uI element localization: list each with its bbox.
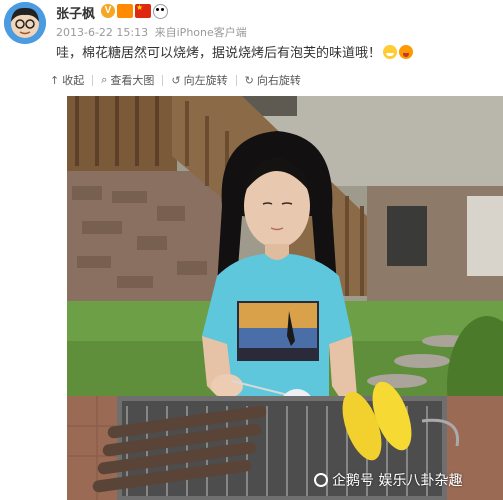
rotate-right-icon: ↻: [244, 73, 254, 87]
sohu-logo-icon: [314, 473, 328, 487]
post-date[interactable]: 2013-6-22 15:13: [56, 26, 148, 39]
happy-birthday-badge-icon[interactable]: [117, 4, 133, 18]
watermark: 企鹅号 娱乐八卦杂趣: [314, 470, 462, 490]
user-badges: V: [101, 3, 168, 19]
post-photo[interactable]: [67, 96, 503, 500]
rotate-right-label: 向右旋转: [256, 74, 301, 87]
avatar[interactable]: [4, 2, 46, 44]
divider: [162, 74, 164, 86]
laugh-emoji-icon: [399, 45, 414, 59]
arrow-up-icon: ↑: [50, 73, 60, 87]
panda-icon[interactable]: [153, 3, 168, 19]
magnify-icon: ⌕: [101, 73, 108, 86]
collapse-label: 收起: [62, 74, 85, 87]
weibo-post: 张子枫 V 2013-6-22 15:13 来自iPhone客户端 哇，棉花糖居…: [0, 0, 503, 500]
watermark-text: 企鹅号 娱乐八卦杂趣: [332, 473, 463, 489]
post-source[interactable]: iPhone客户端: [177, 26, 247, 39]
post-text: 哇，棉花糖居然可以烧烤，据说烧烤后有泡芙的味道哦！: [56, 42, 414, 61]
image-action-bar: ↑ 收起 ⌕ 查看大图 ↺ 向左旋转 ↻ 向右旋转: [50, 70, 301, 90]
username[interactable]: 张子枫: [56, 3, 95, 22]
view-large-button[interactable]: ⌕ 查看大图: [101, 72, 154, 88]
grin-emoji-icon: [383, 45, 398, 59]
avatar-image: [4, 2, 46, 44]
collapse-button[interactable]: ↑ 收起: [50, 72, 84, 88]
rotate-left-icon: ↺: [171, 73, 181, 87]
rotate-right-button[interactable]: ↻ 向右旋转: [245, 72, 301, 88]
post-text-content: 哇，棉花糖居然可以烧烤，据说烧烤后有泡芙的味道哦！: [56, 46, 382, 61]
rotate-left-button[interactable]: ↺ 向左旋转: [171, 72, 227, 88]
china-flag-icon[interactable]: [135, 3, 151, 18]
rotate-left-label: 向左旋转: [183, 74, 228, 87]
verified-v-icon[interactable]: V: [101, 4, 115, 18]
divider: [92, 74, 94, 86]
photo-girl-grilling: [67, 96, 503, 500]
source-prefix: 来自: [154, 26, 177, 39]
view-large-label: 查看大图: [110, 74, 155, 87]
post-meta: 2013-6-22 15:13 来自iPhone客户端: [56, 24, 247, 40]
divider: [235, 74, 237, 86]
